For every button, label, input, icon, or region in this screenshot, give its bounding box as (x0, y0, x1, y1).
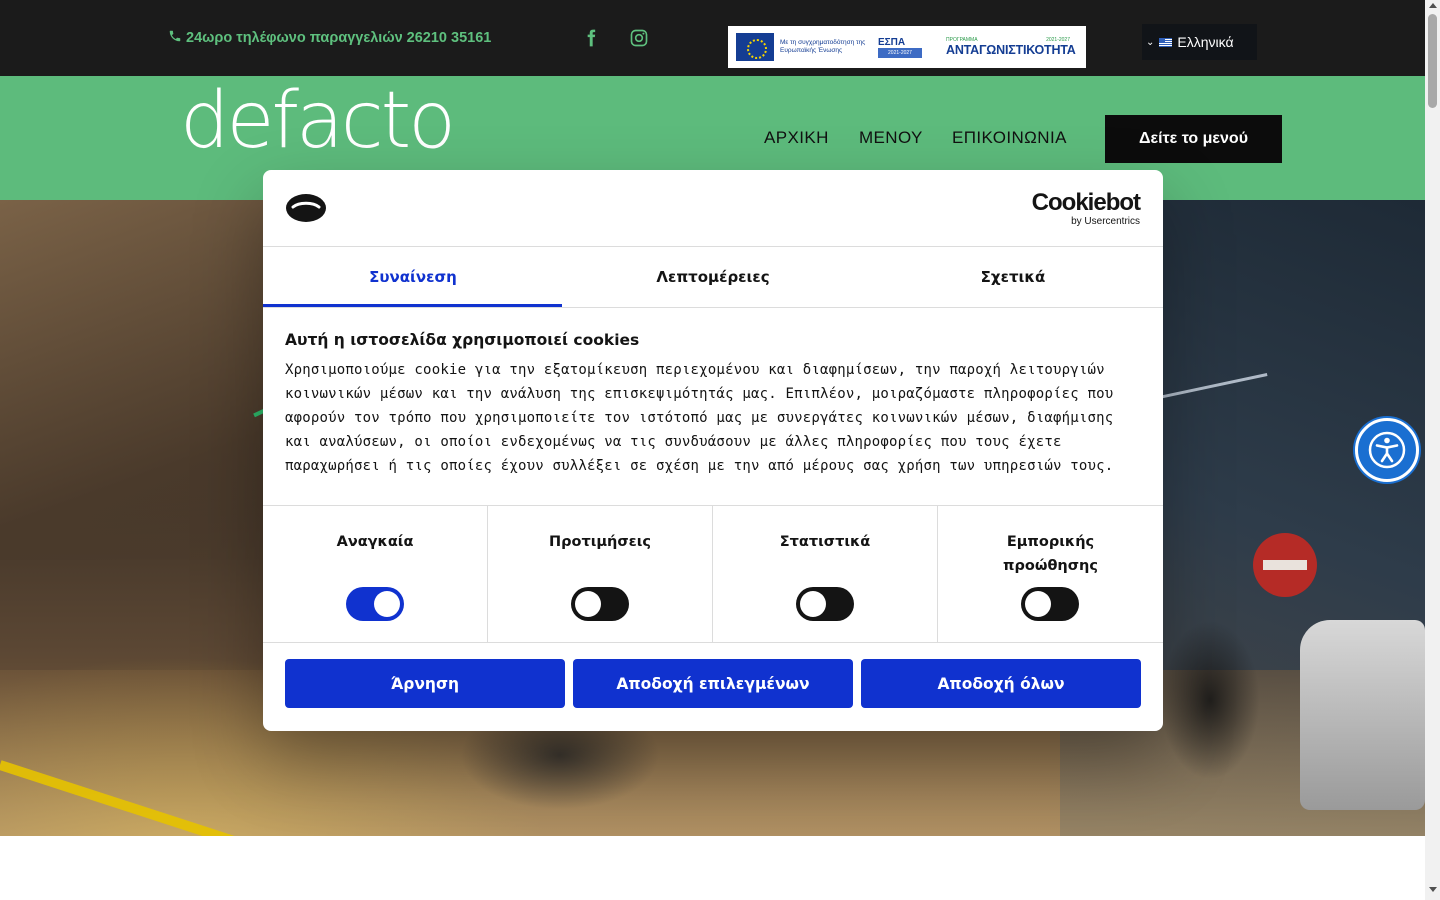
preferences-toggle[interactable] (571, 587, 629, 621)
category-statistics: Στατιστικά (713, 506, 938, 642)
nav-contact[interactable]: ΕΠΙΚΟΙΝΩΝΙΑ (952, 128, 1067, 148)
tab-details[interactable]: Λεπτομέρειες (563, 247, 863, 307)
instagram-icon (630, 29, 648, 47)
dialog-buttons: Άρνηση Αποδοχή επιλεγμένων Αποδοχή όλων (263, 643, 1163, 708)
cookiebot-icon (286, 194, 326, 222)
category-label: Στατιστικά (779, 534, 871, 550)
dialog-body: Αυτή η ιστοσελίδα χρησιμοποιεί cookies Χ… (263, 308, 1163, 506)
no-entry-sign (1253, 533, 1317, 597)
description-line: κοινωνικών μέσων και την ανάλυση της επι… (285, 386, 1114, 402)
phone-icon (168, 29, 182, 47)
description-line: αφορούν τον τρόπο που χρησιμοποιείτε τον… (285, 410, 1114, 426)
espa-cofunded-text: Με τη συγχρηματοδότηση της Ευρωπαϊκής Έν… (780, 39, 866, 54)
scroll-down-arrow[interactable] (1429, 887, 1437, 892)
page-scrollbar[interactable] (1425, 0, 1440, 900)
espa-years: 2021-2027 (878, 47, 922, 58)
category-label: Εμπορικής προώθησης (1003, 534, 1098, 574)
category-necessary: Αναγκαία (263, 506, 488, 642)
view-menu-button[interactable]: Δείτε το μενού (1105, 115, 1282, 163)
espa-banner[interactable]: Με τη συγχρηματοδότηση της Ευρωπαϊκής Έν… (728, 26, 1086, 68)
statistics-toggle[interactable] (796, 587, 854, 621)
tab-about[interactable]: Σχετικά (863, 247, 1163, 307)
accept-selected-button[interactable]: Αποδοχή επιλεγμένων (573, 659, 853, 708)
cookiebot-sub: by Usercentrics (1071, 216, 1140, 227)
espa-label: ΕΣΠΑ (878, 36, 906, 48)
program-name: ΑΝΤΑΓΩΝΙΣΤΙΚΟΤΗΤΑ (946, 43, 1076, 57)
dialog-description: Χρησιμοποιούμε cookie για την εξατομίκευ… (285, 358, 1141, 478)
phone-text: 24ωρο τηλέφωνο παραγγελιών 26210 35161 (186, 30, 492, 46)
description-line: παραχωρήσει ή τις οποίες έχουν συλλέξει … (285, 458, 1114, 474)
dialog-heading: Αυτή η ιστοσελίδα χρησιμοποιεί cookies (285, 331, 640, 349)
espa-logo: ΕΣΠΑ 2021-2027 (878, 37, 922, 58)
facebook-icon (587, 29, 596, 47)
tab-consent[interactable]: Συναίνεση (263, 247, 563, 307)
category-label: Αναγκαία (336, 534, 414, 550)
marketing-toggle[interactable] (1021, 587, 1079, 621)
accessibility-button[interactable] (1355, 418, 1419, 482)
active-tab-indicator (263, 304, 562, 307)
dialog-header: Cookiebot by Usercentrics (263, 170, 1163, 247)
eu-flag-icon (736, 33, 774, 61)
description-line: Χρησιμοποιούμε cookie για την εξατομίκευ… (285, 362, 1105, 378)
scroll-up-arrow[interactable] (1429, 3, 1437, 8)
accessibility-icon (1368, 431, 1406, 469)
facebook-link[interactable] (579, 26, 603, 50)
language-label: Ελληνικά (1177, 34, 1234, 50)
necessary-toggle[interactable] (346, 587, 404, 621)
scrollbar-thumb[interactable] (1428, 14, 1437, 108)
espa-program: ΠΡΟΓΡΑΜΜΑ 2021-2027 ΑΝΤΑΓΩΝΙΣΤΙΚΟΤΗΤΑ (946, 37, 1076, 57)
cookiebot-brand[interactable]: Cookiebot by Usercentrics (1031, 189, 1141, 228)
cookie-consent-dialog: Cookiebot by Usercentrics Συναίνεση Λεπτ… (263, 170, 1163, 731)
top-bar: 24ωρο τηλέφωνο παραγγελιών 26210 35161 Μ… (0, 0, 1425, 76)
cookie-categories: Αναγκαία Προτιμήσεις Στατιστικά Εμπορική… (263, 506, 1163, 643)
order-phone-link[interactable]: 24ωρο τηλέφωνο παραγγελιών 26210 35161 (168, 29, 491, 47)
category-label: Προτιμήσεις (549, 534, 651, 550)
chevron-down-icon: ⌄ (1146, 36, 1155, 48)
greek-flag-icon (1159, 37, 1173, 47)
category-marketing: Εμπορικής προώθησης (938, 506, 1163, 642)
site-logo[interactable]: defacto (180, 82, 456, 160)
description-line: και αναλύσεων, οι οποίοι ενδεχομένως να … (285, 434, 1062, 450)
nav-home[interactable]: ΑΡΧΙΚΗ (764, 128, 829, 148)
dialog-tabs: Συναίνεση Λεπτομέρειες Σχετικά (263, 247, 1163, 308)
nav-menu[interactable]: ΜΕΝΟΥ (859, 128, 923, 148)
parked-car (1300, 620, 1425, 810)
instagram-link[interactable] (627, 26, 651, 50)
accept-all-button[interactable]: Αποδοχή όλων (861, 659, 1141, 708)
language-selector[interactable]: ⌄ Ελληνικά (1142, 24, 1257, 60)
category-preferences: Προτιμήσεις (488, 506, 713, 642)
deny-button[interactable]: Άρνηση (285, 659, 565, 708)
cookiebot-logo: Cookiebot (1031, 189, 1141, 216)
